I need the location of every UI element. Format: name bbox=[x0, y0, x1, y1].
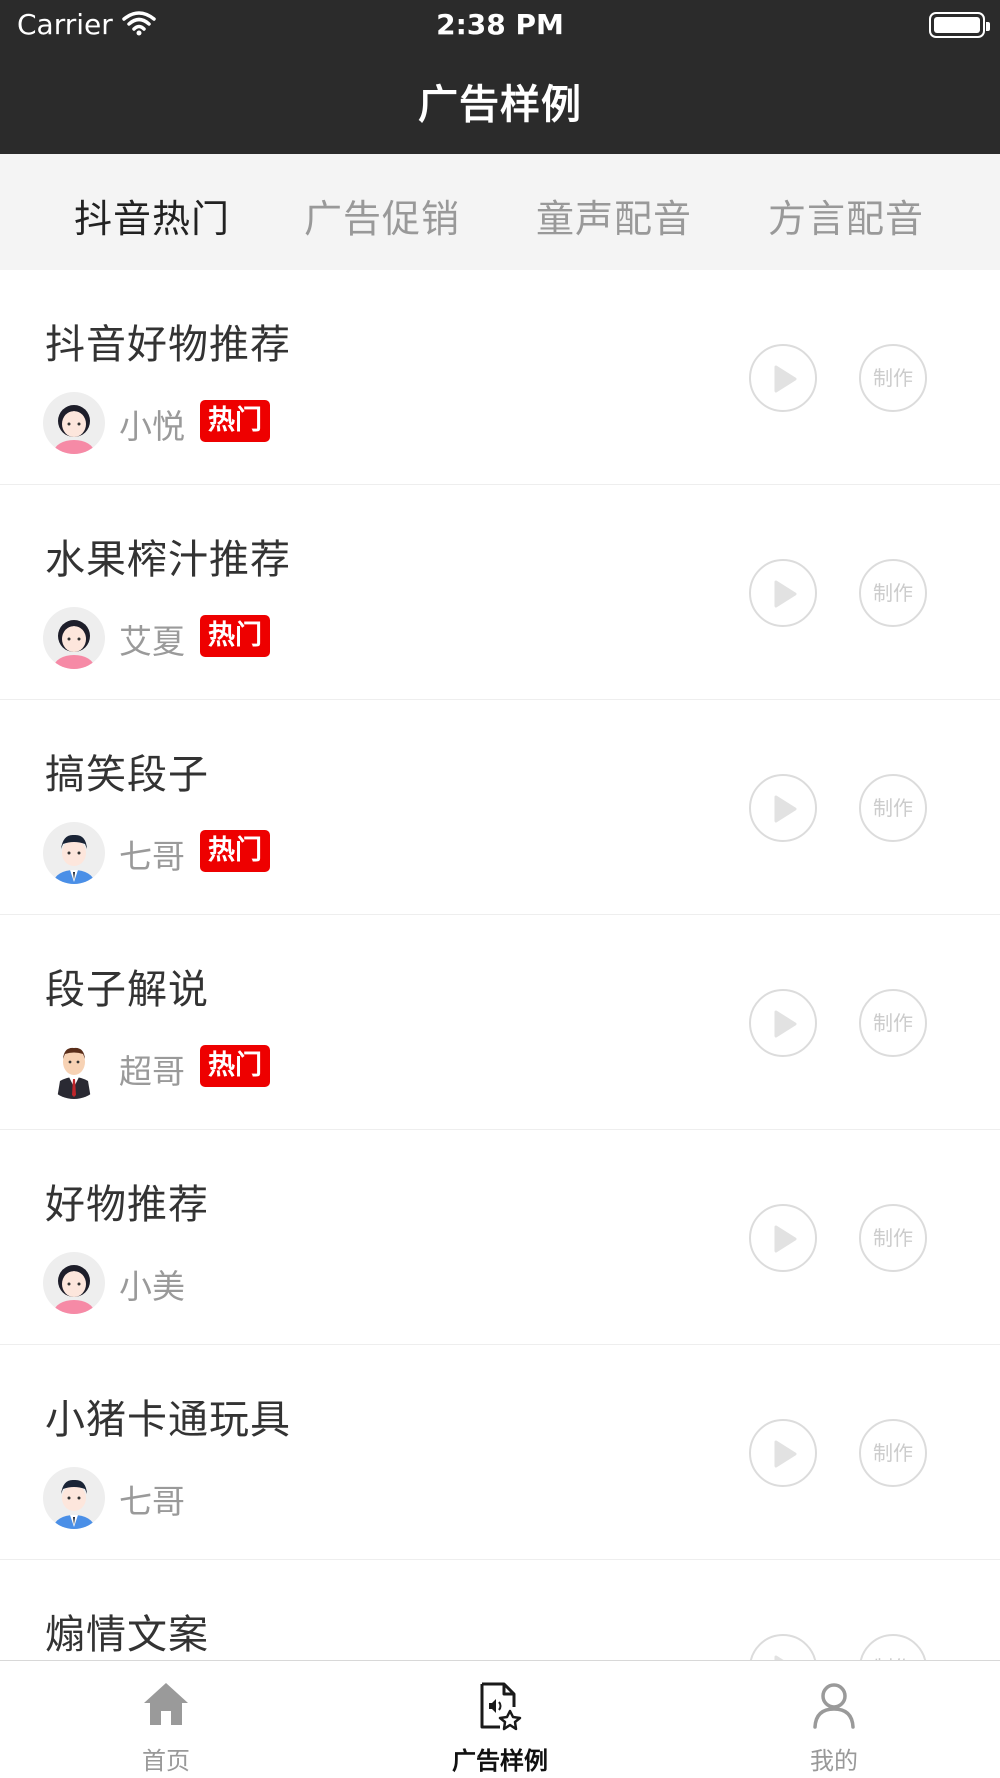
audio-file-star-icon bbox=[480, 1682, 522, 1731]
play-button[interactable] bbox=[749, 989, 817, 1057]
battery-icon bbox=[929, 12, 990, 38]
bottom-tab-ad-samples[interactable]: 广告样例 bbox=[400, 1661, 600, 1778]
bottom-tab-bar: 首页 广告样例 我的 bbox=[0, 1660, 1000, 1778]
bottom-tab-home[interactable]: 首页 bbox=[66, 1661, 266, 1778]
list-item[interactable]: 好物推荐 小美 制作 bbox=[0, 1130, 1000, 1345]
tab-ad-promotion[interactable]: 广告促销 bbox=[292, 188, 472, 243]
make-button[interactable]: 制作 bbox=[859, 1634, 927, 1660]
female-avatar-icon bbox=[43, 1252, 105, 1314]
list-item[interactable]: 煽情文案 制作 bbox=[0, 1560, 1000, 1660]
play-button[interactable] bbox=[749, 1634, 817, 1660]
make-button[interactable]: 制作 bbox=[859, 989, 927, 1057]
sample-title: 水果榨汁推荐 bbox=[45, 537, 291, 583]
bottom-tab-label: 我的 bbox=[810, 1747, 858, 1775]
play-button[interactable] bbox=[749, 344, 817, 412]
sample-title: 好物推荐 bbox=[45, 1182, 209, 1228]
sample-title: 搞笑段子 bbox=[45, 752, 209, 798]
make-button[interactable]: 制作 bbox=[859, 1419, 927, 1487]
voice-name: 七哥 bbox=[119, 837, 185, 876]
home-icon bbox=[144, 1683, 188, 1725]
hot-badge: 热门 bbox=[200, 830, 270, 872]
make-button[interactable]: 制作 bbox=[859, 774, 927, 842]
sample-title: 抖音好物推荐 bbox=[45, 322, 291, 368]
make-button[interactable]: 制作 bbox=[859, 559, 927, 627]
sample-title: 小猪卡通玩具 bbox=[45, 1397, 291, 1443]
female-avatar-icon bbox=[43, 607, 105, 669]
list-item[interactable]: 小猪卡通玩具 七哥 制作 bbox=[0, 1345, 1000, 1560]
voice-name: 小美 bbox=[119, 1267, 185, 1306]
play-icon bbox=[774, 580, 797, 608]
tab-dialect-voice[interactable]: 方言配音 bbox=[756, 188, 936, 243]
voice-name: 七哥 bbox=[119, 1482, 185, 1521]
play-button[interactable] bbox=[749, 559, 817, 627]
play-icon bbox=[774, 795, 797, 823]
list-item[interactable]: 水果榨汁推荐 艾夏 热门 制作 bbox=[0, 485, 1000, 700]
play-icon bbox=[774, 1225, 797, 1253]
bottom-tab-label: 广告样例 bbox=[452, 1747, 548, 1775]
male-avatar-icon bbox=[43, 822, 105, 884]
play-button[interactable] bbox=[749, 1419, 817, 1487]
category-tab-bar: 抖音热门 广告促销 童声配音 方言配音 bbox=[0, 154, 1000, 270]
list-item[interactable]: 搞笑段子 七哥 热门 制作 bbox=[0, 700, 1000, 915]
female-avatar-icon bbox=[43, 392, 105, 454]
top-bar: Carrier 2:38 PM 广告样例 bbox=[0, 0, 1000, 154]
make-button[interactable]: 制作 bbox=[859, 1204, 927, 1272]
man-suit-avatar-icon bbox=[43, 1037, 105, 1099]
status-bar: Carrier 2:38 PM bbox=[0, 0, 1000, 50]
sample-title: 煽情文案 bbox=[45, 1612, 209, 1658]
tab-child-voice[interactable]: 童声配音 bbox=[524, 188, 704, 243]
list-item[interactable]: 段子解说 超哥 热门 制作 bbox=[0, 915, 1000, 1130]
make-button[interactable]: 制作 bbox=[859, 344, 927, 412]
page-title: 广告样例 bbox=[418, 82, 582, 128]
list-item[interactable]: 抖音好物推荐 小悦 热门 制作 bbox=[0, 270, 1000, 485]
tab-douyin-hot[interactable]: 抖音热门 bbox=[62, 188, 242, 243]
hot-badge: 热门 bbox=[200, 400, 270, 442]
bottom-tab-me[interactable]: 我的 bbox=[734, 1661, 934, 1778]
play-icon bbox=[774, 1440, 797, 1468]
bottom-tab-label: 首页 bbox=[142, 1747, 190, 1775]
male-avatar-icon bbox=[43, 1467, 105, 1529]
voice-name: 艾夏 bbox=[119, 622, 185, 661]
status-time: 2:38 PM bbox=[436, 8, 564, 41]
play-button[interactable] bbox=[749, 1204, 817, 1272]
play-icon bbox=[774, 365, 797, 393]
sample-list: 抖音好物推荐 小悦 热门 制作 水果榨汁推荐 艾夏 热门 制作 搞笑段子 七哥 … bbox=[0, 270, 1000, 1660]
hot-badge: 热门 bbox=[200, 615, 270, 657]
play-icon bbox=[774, 1010, 797, 1038]
sample-title: 段子解说 bbox=[45, 967, 209, 1013]
user-icon bbox=[813, 1683, 855, 1729]
hot-badge: 热门 bbox=[200, 1045, 270, 1087]
voice-name: 超哥 bbox=[119, 1052, 185, 1091]
voice-name: 小悦 bbox=[119, 407, 185, 446]
play-button[interactable] bbox=[749, 774, 817, 842]
